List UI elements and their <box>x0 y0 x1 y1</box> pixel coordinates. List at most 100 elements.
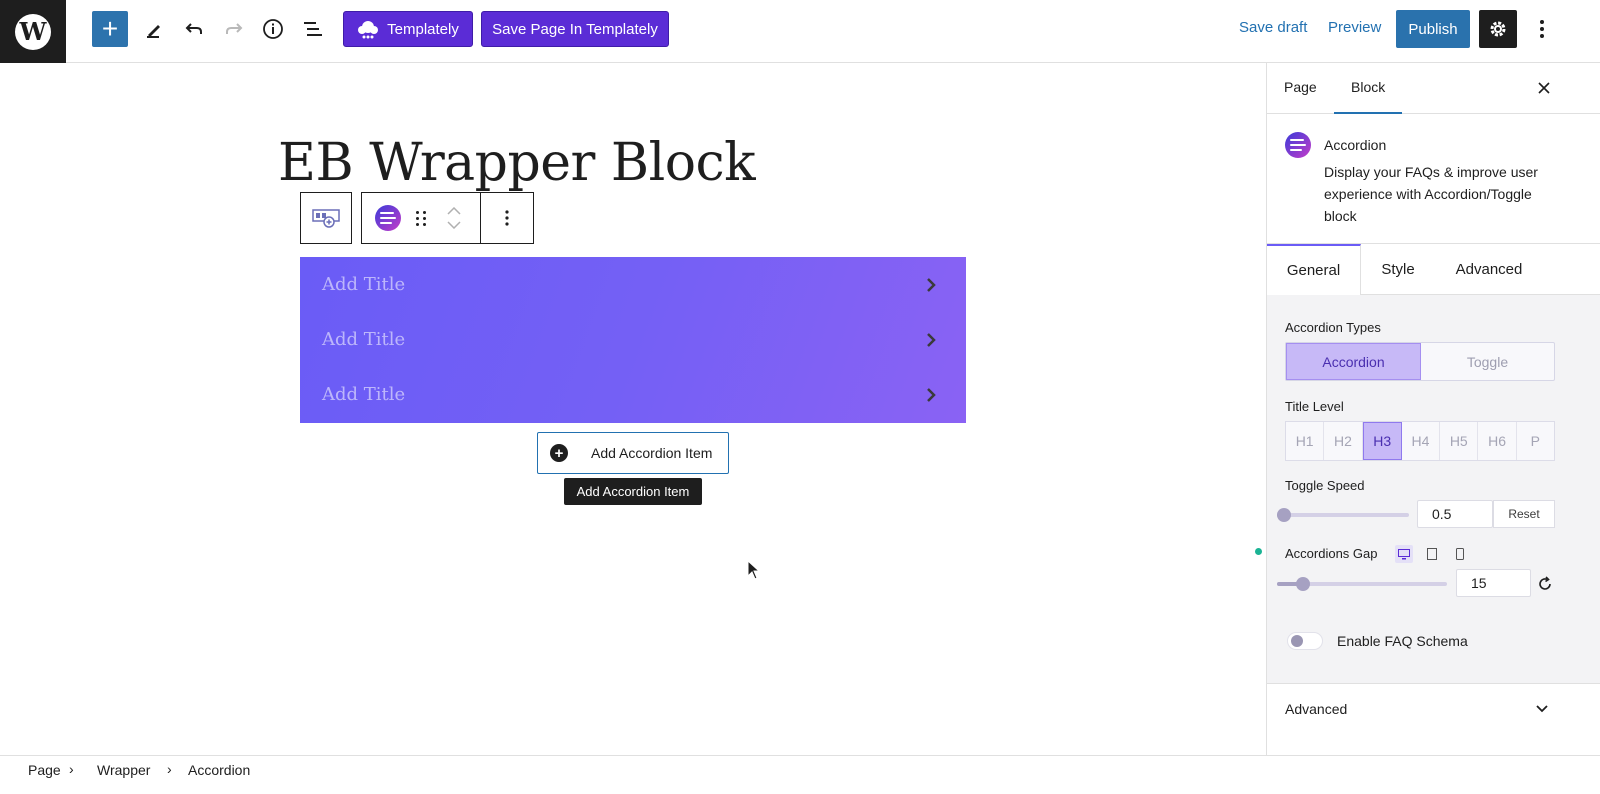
gear-icon <box>1490 21 1506 37</box>
title-level-h6[interactable]: H6 <box>1478 422 1517 460</box>
plus-circle-icon: + <box>550 444 568 462</box>
title-level-h1[interactable]: H1 <box>1286 422 1325 460</box>
accordions-gap-input[interactable]: 15 <box>1456 569 1531 597</box>
breadcrumb-accordion[interactable]: Accordion <box>188 762 250 778</box>
title-level-h2[interactable]: H2 <box>1324 422 1363 460</box>
title-level-selector: H1 H2 H3 H4 H5 H6 P <box>1285 421 1555 461</box>
chevron-right-icon <box>927 387 936 402</box>
accordion-item[interactable]: Add Title <box>300 257 966 312</box>
wordpress-logo[interactable]: W <box>0 0 66 63</box>
faq-schema-toggle[interactable] <box>1287 632 1323 650</box>
mouse-cursor-icon <box>747 560 761 580</box>
list-view-icon <box>304 22 322 36</box>
plus-icon: + <box>101 13 119 44</box>
desktop-icon[interactable] <box>1395 545 1413 563</box>
templately-button[interactable]: Templately <box>343 11 473 47</box>
title-level-label: Title Level <box>1285 399 1344 414</box>
block-type-button[interactable] <box>362 193 414 243</box>
accordion-item[interactable]: Add Title <box>300 312 966 367</box>
dot-icon <box>1540 34 1544 38</box>
reset-icon[interactable] <box>1537 576 1553 592</box>
tab-general[interactable]: General <box>1267 244 1361 295</box>
tooltip: Add Accordion Item <box>564 478 702 505</box>
accordion-item-title[interactable]: Add Title <box>322 329 405 350</box>
title-level-p[interactable]: P <box>1517 422 1554 460</box>
title-level-h4[interactable]: H4 <box>1402 422 1441 460</box>
tab-block[interactable]: Block <box>1333 79 1403 114</box>
accordion-type-selector: Accordion Toggle <box>1285 342 1555 381</box>
editor-toolbar: W + Templately Save Page In Templately S… <box>0 0 1600 63</box>
advanced-panel-label: Advanced <box>1285 701 1348 717</box>
block-toolbar <box>361 192 534 244</box>
templately-icon <box>358 21 379 39</box>
preview-button[interactable]: Preview <box>1328 19 1381 36</box>
reset-button[interactable]: Reset <box>1493 500 1555 528</box>
settings-sidebar: Page Block Accordion Display your FAQs &… <box>1266 63 1600 755</box>
editor-canvas[interactable]: EB Wrapper Block Add Title Add Title Add… <box>0 63 1266 755</box>
accordion-item[interactable]: Add Title <box>300 367 966 422</box>
more-vertical-icon <box>505 210 509 226</box>
breadcrumb-wrapper[interactable]: Wrapper <box>97 762 150 778</box>
close-icon <box>1538 82 1550 94</box>
accordion-types-label: Accordion Types <box>1285 320 1381 335</box>
faq-schema-label: Enable FAQ Schema <box>1337 633 1468 649</box>
details-button[interactable] <box>255 11 291 47</box>
mobile-icon[interactable] <box>1451 545 1469 563</box>
chevron-down-icon <box>1536 705 1548 713</box>
drag-icon <box>415 210 427 226</box>
save-draft-button[interactable]: Save draft <box>1239 19 1307 36</box>
redo-button[interactable] <box>216 11 252 47</box>
options-menu-button[interactable] <box>1530 14 1554 44</box>
slider-thumb[interactable] <box>1296 577 1310 591</box>
undo-icon <box>185 23 202 34</box>
parent-block-button[interactable] <box>300 192 352 244</box>
dot-icon <box>1540 27 1544 31</box>
block-description: Display your FAQs & improve user experie… <box>1324 164 1538 224</box>
block-options-button[interactable] <box>480 193 533 243</box>
add-block-button[interactable]: + <box>92 11 128 47</box>
accordion-type-toggle[interactable]: Toggle <box>1421 343 1554 380</box>
accordion-icon <box>1285 132 1311 158</box>
toggle-speed-slider[interactable] <box>1277 508 1409 522</box>
publish-button[interactable]: Publish <box>1396 10 1470 48</box>
title-level-h3[interactable]: H3 <box>1362 422 1402 460</box>
accordion-type-accordion[interactable]: Accordion <box>1286 343 1421 380</box>
slider-thumb[interactable] <box>1277 508 1291 522</box>
add-accordion-item-label: Add Accordion Item <box>591 445 713 461</box>
add-accordion-item-button[interactable]: + Add Accordion Item <box>537 432 729 474</box>
tab-style[interactable]: Style <box>1367 244 1429 295</box>
edit-tool-button[interactable] <box>136 11 172 47</box>
list-view-button[interactable] <box>295 11 331 47</box>
toggle-speed-input[interactable]: 0.5 <box>1417 500 1493 528</box>
wrapper-block-icon <box>312 209 340 228</box>
save-in-templately-label: Save Page In Templately <box>492 20 658 38</box>
toggle-speed-label: Toggle Speed <box>1285 478 1365 493</box>
general-panel: Accordion Types Accordion Toggle Title L… <box>1267 295 1600 683</box>
chevron-right-icon <box>927 332 936 347</box>
info-icon <box>263 19 283 39</box>
tablet-icon[interactable] <box>1423 545 1441 563</box>
chevron-up-icon[interactable] <box>447 207 461 215</box>
accordion-block[interactable]: Add Title Add Title Add Title <box>300 257 966 423</box>
accordions-gap-slider[interactable] <box>1277 577 1447 591</box>
chevron-right-icon: › <box>69 761 74 777</box>
pencil-icon <box>147 25 160 38</box>
close-sidebar-button[interactable] <box>1533 77 1555 99</box>
tab-page[interactable]: Page <box>1284 79 1317 95</box>
save-in-templately-button[interactable]: Save Page In Templately <box>481 11 669 47</box>
tab-advanced[interactable]: Advanced <box>1443 244 1535 295</box>
title-level-h5[interactable]: H5 <box>1440 422 1479 460</box>
drag-handle[interactable] <box>414 193 428 243</box>
accordion-item-title[interactable]: Add Title <box>322 274 405 295</box>
dot-icon <box>1540 20 1544 24</box>
settings-button[interactable] <box>1479 10 1517 48</box>
breadcrumb-page[interactable]: Page <box>28 762 61 778</box>
page-title[interactable]: EB Wrapper Block <box>278 133 756 193</box>
chevron-down-icon[interactable] <box>447 221 461 229</box>
advanced-panel-toggle[interactable]: Advanced <box>1267 683 1600 734</box>
undo-button[interactable] <box>176 11 212 47</box>
block-card: Accordion Display your FAQs & improve us… <box>1267 114 1600 244</box>
block-breadcrumb: Page › Wrapper › Accordion <box>0 755 1600 794</box>
templately-label: Templately <box>387 20 459 38</box>
accordion-item-title[interactable]: Add Title <box>322 384 405 405</box>
